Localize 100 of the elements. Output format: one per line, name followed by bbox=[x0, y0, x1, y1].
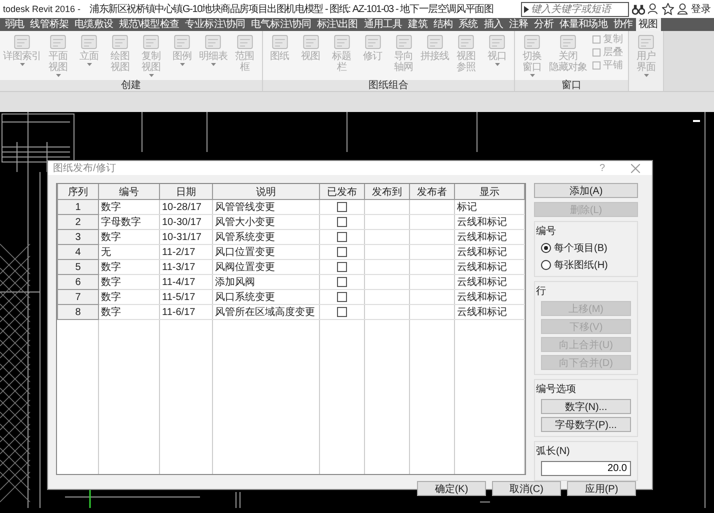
row-header[interactable]: 8 bbox=[58, 304, 98, 320]
row-header[interactable]: 4 bbox=[58, 244, 98, 260]
table-cell[interactable]: 11-6/17 bbox=[160, 304, 212, 320]
checkbox[interactable] bbox=[337, 262, 347, 272]
ribbon-tab[interactable]: 视图 bbox=[636, 18, 661, 31]
ribbon-tab[interactable]: 系统 bbox=[456, 18, 481, 31]
caret-icon[interactable] bbox=[180, 63, 184, 66]
checkbox[interactable] bbox=[337, 246, 347, 257]
expand-icon[interactable] bbox=[524, 6, 529, 12]
row-header[interactable]: 2 bbox=[58, 214, 98, 230]
column-header[interactable]: 序列 bbox=[58, 184, 98, 200]
table-cell[interactable]: 云线和标记 bbox=[454, 244, 524, 260]
table-cell[interactable]: 11-2/17 bbox=[160, 244, 212, 260]
ribbon-tab[interactable]: 电气标注\协同 bbox=[248, 18, 314, 31]
table-cell[interactable]: 数字 bbox=[98, 274, 160, 290]
table-cell[interactable]: 11-3/17 bbox=[160, 260, 212, 274]
table-cell[interactable]: 云线和标记 bbox=[454, 230, 524, 244]
table-cell[interactable]: 数字 bbox=[98, 200, 160, 214]
sign-in-link[interactable]: 登录 bbox=[691, 2, 711, 16]
person-icon[interactable] bbox=[648, 3, 659, 15]
checkbox[interactable] bbox=[337, 202, 347, 212]
ribbon-tab[interactable]: 体量和场地 bbox=[556, 18, 610, 31]
dialog-button[interactable]: 添加(A) bbox=[534, 183, 638, 198]
column-header[interactable]: 发布到 bbox=[364, 184, 410, 200]
table-cell[interactable]: 无 bbox=[98, 244, 160, 260]
checkbox[interactable] bbox=[337, 306, 347, 317]
table-cell[interactable]: 11-4/17 bbox=[160, 274, 212, 290]
arc-length-field[interactable]: 20.0 bbox=[541, 461, 631, 476]
table-cell[interactable]: 云线和标记 bbox=[454, 260, 524, 274]
ribbon-tab[interactable]: 注释 bbox=[506, 18, 532, 31]
ribbon-tab[interactable]: 结构 bbox=[430, 18, 456, 31]
row-header[interactable]: 1 bbox=[58, 200, 98, 214]
radio-option[interactable]: 每张图纸(H) bbox=[541, 258, 631, 272]
ribbon-tab[interactable]: 专业标注\协同 bbox=[182, 18, 248, 31]
ribbon-tab[interactable]: 规范\模型检查 bbox=[116, 18, 182, 31]
row-header[interactable]: 6 bbox=[58, 274, 98, 290]
dialog-button[interactable]: 字母数字(P)... bbox=[541, 417, 631, 432]
table-cell[interactable]: 云线和标记 bbox=[454, 274, 524, 290]
table-cell[interactable]: 数字 bbox=[98, 290, 160, 304]
table-cell[interactable]: 云线和标记 bbox=[454, 290, 524, 304]
table-cell[interactable]: 标记 bbox=[454, 200, 524, 214]
ribbon-tab[interactable]: 分析 bbox=[531, 18, 556, 31]
user-icon[interactable] bbox=[677, 3, 688, 15]
table-cell[interactable]: 10-30/17 bbox=[160, 214, 212, 230]
radio-button[interactable] bbox=[541, 260, 551, 270]
ribbon-tab[interactable]: 建筑 bbox=[405, 18, 430, 31]
row-header[interactable]: 7 bbox=[58, 290, 98, 304]
star-icon[interactable] bbox=[662, 3, 674, 15]
radio-button[interactable] bbox=[541, 243, 551, 253]
dialog-button[interactable]: 取消(C) bbox=[492, 481, 561, 496]
ribbon-tab[interactable]: 通用工具 bbox=[360, 18, 406, 31]
ribbon-tab[interactable]: 插入 bbox=[480, 18, 506, 31]
table-cell[interactable]: 风管大小变更 bbox=[212, 214, 320, 230]
column-header[interactable]: 已发布 bbox=[320, 184, 364, 200]
table-cell[interactable]: 云线和标记 bbox=[454, 214, 524, 230]
caret-icon[interactable] bbox=[56, 74, 60, 77]
table-cell[interactable]: 风管所在区域高度变更 bbox=[212, 304, 320, 320]
caret-icon[interactable] bbox=[210, 63, 216, 66]
checkbox[interactable] bbox=[337, 292, 347, 302]
table-cell[interactable]: 云线和标记 bbox=[454, 304, 524, 320]
table-cell[interactable]: 10-31/17 bbox=[160, 230, 212, 244]
caret-icon[interactable] bbox=[20, 63, 24, 66]
caret-icon[interactable] bbox=[644, 74, 648, 77]
dialog-button[interactable]: 数字(N)... bbox=[541, 399, 631, 414]
close-icon[interactable] bbox=[631, 164, 640, 172]
caret-icon[interactable] bbox=[148, 74, 154, 77]
checkbox[interactable] bbox=[337, 216, 347, 227]
ribbon-tab[interactable]: 协作 bbox=[610, 18, 636, 31]
table-cell[interactable]: 风口位置变更 bbox=[212, 244, 320, 260]
table-cell[interactable]: 风口系统变更 bbox=[212, 290, 320, 304]
radio-option[interactable]: 每个项目(B) bbox=[541, 241, 631, 255]
column-header[interactable]: 说明 bbox=[212, 184, 320, 200]
caret-icon[interactable] bbox=[494, 63, 500, 66]
ribbon-tab[interactable]: 弱电 bbox=[2, 18, 28, 31]
table-cell[interactable]: 添加风阀 bbox=[212, 274, 320, 290]
ribbon-tab[interactable]: 标注\出图 bbox=[314, 18, 361, 31]
dialog-button[interactable]: 应用(P) bbox=[567, 481, 636, 496]
binoculars-icon[interactable] bbox=[632, 4, 645, 14]
table-cell[interactable]: 风管系统变更 bbox=[212, 230, 320, 244]
column-header[interactable]: 编号 bbox=[98, 184, 160, 200]
table-cell[interactable]: 风阀位置变更 bbox=[212, 260, 320, 274]
column-header[interactable]: 发布者 bbox=[410, 184, 454, 200]
table-cell[interactable]: 11-5/17 bbox=[160, 290, 212, 304]
table-cell[interactable]: 数字 bbox=[98, 304, 160, 320]
column-header[interactable]: 显示 bbox=[454, 184, 524, 200]
caret-icon[interactable] bbox=[530, 74, 534, 77]
column-header[interactable]: 日期 bbox=[160, 184, 212, 200]
ribbon-tab[interactable]: 线管桥架 bbox=[27, 18, 72, 31]
row-header[interactable]: 3 bbox=[58, 230, 98, 244]
table-cell[interactable]: 字母数字 bbox=[98, 214, 160, 230]
table-cell[interactable]: 风管管线变更 bbox=[212, 200, 320, 214]
ribbon-tab[interactable]: 电缆敷设 bbox=[72, 18, 116, 31]
row-header[interactable]: 5 bbox=[58, 260, 98, 274]
dialog-button[interactable]: 确定(K) bbox=[417, 481, 486, 496]
checkbox[interactable] bbox=[337, 276, 347, 287]
table-cell[interactable]: 10-28/17 bbox=[160, 200, 212, 214]
caret-icon[interactable] bbox=[86, 63, 92, 66]
table-cell[interactable]: 数字 bbox=[98, 260, 160, 274]
checkbox[interactable] bbox=[337, 232, 347, 242]
table-cell[interactable]: 数字 bbox=[98, 230, 160, 244]
